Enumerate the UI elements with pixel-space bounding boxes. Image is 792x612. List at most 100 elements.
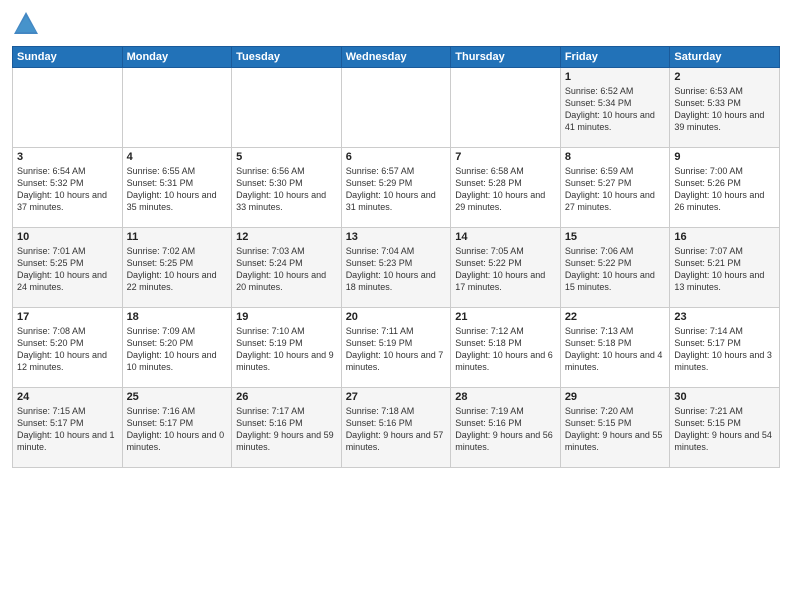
calendar-cell xyxy=(122,68,232,148)
day-info: Sunrise: 7:02 AM Sunset: 5:25 PM Dayligh… xyxy=(127,245,228,294)
day-info: Sunrise: 7:03 AM Sunset: 5:24 PM Dayligh… xyxy=(236,245,337,294)
day-info: Sunrise: 7:15 AM Sunset: 5:17 PM Dayligh… xyxy=(17,405,118,454)
day-info: Sunrise: 6:54 AM Sunset: 5:32 PM Dayligh… xyxy=(17,165,118,214)
day-info: Sunrise: 7:10 AM Sunset: 5:19 PM Dayligh… xyxy=(236,325,337,374)
calendar-cell xyxy=(13,68,123,148)
day-number: 26 xyxy=(236,391,337,403)
day-number: 25 xyxy=(127,391,228,403)
calendar-cell: 17 Sunrise: 7:08 AM Sunset: 5:20 PM Dayli… xyxy=(13,308,123,388)
calendar-header-thursday: Thursday xyxy=(451,47,561,68)
calendar-cell: 9 Sunrise: 7:00 AM Sunset: 5:26 PM Daylig… xyxy=(670,148,780,228)
calendar-cell: 29Sunrise: 7:20 AM Sunset: 5:15 PM Dayli… xyxy=(560,388,670,468)
day-number: 21 xyxy=(455,311,556,323)
day-info: Sunrise: 7:09 AM Sunset: 5:20 PM Dayligh… xyxy=(127,325,228,374)
day-info: Sunrise: 7:05 AM Sunset: 5:22 PM Dayligh… xyxy=(455,245,556,294)
logo xyxy=(12,10,42,38)
calendar-week-1: 1 Sunrise: 6:52 AM Sunset: 5:34 PM Daylig… xyxy=(13,68,780,148)
day-number: 7 xyxy=(455,151,556,163)
day-info: Sunrise: 6:59 AM Sunset: 5:27 PM Dayligh… xyxy=(565,165,666,214)
calendar-cell: 4Sunrise: 6:55 AM Sunset: 5:31 PM Daylig… xyxy=(122,148,232,228)
calendar-cell: 1 Sunrise: 6:52 AM Sunset: 5:34 PM Daylig… xyxy=(560,68,670,148)
day-number: 18 xyxy=(127,311,228,323)
day-number: 17 xyxy=(17,311,118,323)
day-number: 13 xyxy=(346,231,447,243)
calendar-cell: 10 Sunrise: 7:01 AM Sunset: 5:25 PM Dayli… xyxy=(13,228,123,308)
calendar-header-saturday: Saturday xyxy=(670,47,780,68)
day-info: Sunrise: 7:08 AM Sunset: 5:20 PM Dayligh… xyxy=(17,325,118,374)
day-info: Sunrise: 7:00 AM Sunset: 5:26 PM Dayligh… xyxy=(674,165,775,214)
calendar-cell: 23 Sunrise: 7:14 AM Sunset: 5:17 PM Dayli… xyxy=(670,308,780,388)
day-info: Sunrise: 7:04 AM Sunset: 5:23 PM Dayligh… xyxy=(346,245,447,294)
day-info: Sunrise: 7:19 AM Sunset: 5:16 PM Dayligh… xyxy=(455,405,556,454)
calendar-cell: 8 Sunrise: 6:59 AM Sunset: 5:27 PM Daylig… xyxy=(560,148,670,228)
calendar-week-5: 24 Sunrise: 7:15 AM Sunset: 5:17 PM Dayli… xyxy=(13,388,780,468)
day-info: Sunrise: 7:12 AM Sunset: 5:18 PM Dayligh… xyxy=(455,325,556,374)
calendar-cell: 13 Sunrise: 7:04 AM Sunset: 5:23 PM Dayli… xyxy=(341,228,451,308)
calendar-week-2: 3 Sunrise: 6:54 AM Sunset: 5:32 PM Daylig… xyxy=(13,148,780,228)
day-info: Sunrise: 6:58 AM Sunset: 5:28 PM Dayligh… xyxy=(455,165,556,214)
calendar-cell: 5 Sunrise: 6:56 AM Sunset: 5:30 PM Daylig… xyxy=(232,148,342,228)
day-info: Sunrise: 7:06 AM Sunset: 5:22 PM Dayligh… xyxy=(565,245,666,294)
day-number: 10 xyxy=(17,231,118,243)
day-info: Sunrise: 7:21 AM Sunset: 5:15 PM Dayligh… xyxy=(674,405,775,454)
calendar-cell: 16 Sunrise: 7:07 AM Sunset: 5:21 PM Dayli… xyxy=(670,228,780,308)
day-number: 11 xyxy=(127,231,228,243)
day-info: Sunrise: 7:17 AM Sunset: 5:16 PM Dayligh… xyxy=(236,405,337,454)
calendar-cell: 28 Sunrise: 7:19 AM Sunset: 5:16 PM Dayli… xyxy=(451,388,561,468)
day-info: Sunrise: 6:52 AM Sunset: 5:34 PM Dayligh… xyxy=(565,85,666,134)
logo-icon xyxy=(12,10,40,38)
calendar-cell: 2Sunrise: 6:53 AM Sunset: 5:33 PM Daylig… xyxy=(670,68,780,148)
day-number: 14 xyxy=(455,231,556,243)
calendar-cell xyxy=(451,68,561,148)
day-info: Sunrise: 6:53 AM Sunset: 5:33 PM Dayligh… xyxy=(674,85,775,134)
day-number: 30 xyxy=(674,391,775,403)
calendar-header-monday: Monday xyxy=(122,47,232,68)
day-info: Sunrise: 7:01 AM Sunset: 5:25 PM Dayligh… xyxy=(17,245,118,294)
calendar-cell xyxy=(341,68,451,148)
calendar-week-4: 17 Sunrise: 7:08 AM Sunset: 5:20 PM Dayli… xyxy=(13,308,780,388)
calendar-cell: 11 Sunrise: 7:02 AM Sunset: 5:25 PM Dayli… xyxy=(122,228,232,308)
day-number: 16 xyxy=(674,231,775,243)
calendar-header-tuesday: Tuesday xyxy=(232,47,342,68)
calendar-cell: 27 Sunrise: 7:18 AM Sunset: 5:16 PM Dayli… xyxy=(341,388,451,468)
day-number: 3 xyxy=(17,151,118,163)
calendar-cell: 25 Sunrise: 7:16 AM Sunset: 5:17 PM Dayli… xyxy=(122,388,232,468)
calendar-cell: 19 Sunrise: 7:10 AM Sunset: 5:19 PM Dayli… xyxy=(232,308,342,388)
day-number: 22 xyxy=(565,311,666,323)
page: SundayMondayTuesdayWednesdayThursdayFrid… xyxy=(0,0,792,612)
day-info: Sunrise: 6:55 AM Sunset: 5:31 PM Dayligh… xyxy=(127,165,228,214)
calendar-cell: 30 Sunrise: 7:21 AM Sunset: 5:15 PM Dayli… xyxy=(670,388,780,468)
calendar-cell: 26 Sunrise: 7:17 AM Sunset: 5:16 PM Dayli… xyxy=(232,388,342,468)
day-info: Sunrise: 7:14 AM Sunset: 5:17 PM Dayligh… xyxy=(674,325,775,374)
calendar-header-row: SundayMondayTuesdayWednesdayThursdayFrid… xyxy=(13,47,780,68)
calendar-week-3: 10 Sunrise: 7:01 AM Sunset: 5:25 PM Dayli… xyxy=(13,228,780,308)
day-number: 8 xyxy=(565,151,666,163)
day-number: 23 xyxy=(674,311,775,323)
calendar-cell: 14 Sunrise: 7:05 AM Sunset: 5:22 PM Dayli… xyxy=(451,228,561,308)
header xyxy=(12,10,780,38)
day-number: 19 xyxy=(236,311,337,323)
calendar-cell: 7 Sunrise: 6:58 AM Sunset: 5:28 PM Daylig… xyxy=(451,148,561,228)
calendar-cell: 6 Sunrise: 6:57 AM Sunset: 5:29 PM Daylig… xyxy=(341,148,451,228)
calendar-cell: 12Sunrise: 7:03 AM Sunset: 5:24 PM Dayli… xyxy=(232,228,342,308)
calendar-body: 1 Sunrise: 6:52 AM Sunset: 5:34 PM Daylig… xyxy=(13,68,780,468)
day-number: 9 xyxy=(674,151,775,163)
day-info: Sunrise: 6:57 AM Sunset: 5:29 PM Dayligh… xyxy=(346,165,447,214)
day-info: Sunrise: 7:16 AM Sunset: 5:17 PM Dayligh… xyxy=(127,405,228,454)
day-info: Sunrise: 7:13 AM Sunset: 5:18 PM Dayligh… xyxy=(565,325,666,374)
day-info: Sunrise: 6:56 AM Sunset: 5:30 PM Dayligh… xyxy=(236,165,337,214)
day-number: 20 xyxy=(346,311,447,323)
day-number: 27 xyxy=(346,391,447,403)
calendar-cell: 24 Sunrise: 7:15 AM Sunset: 5:17 PM Dayli… xyxy=(13,388,123,468)
day-number: 6 xyxy=(346,151,447,163)
day-number: 28 xyxy=(455,391,556,403)
day-number: 24 xyxy=(17,391,118,403)
day-number: 29 xyxy=(565,391,666,403)
calendar-cell: 15Sunrise: 7:06 AM Sunset: 5:22 PM Dayli… xyxy=(560,228,670,308)
calendar-table: SundayMondayTuesdayWednesdayThursdayFrid… xyxy=(12,46,780,468)
day-info: Sunrise: 7:18 AM Sunset: 5:16 PM Dayligh… xyxy=(346,405,447,454)
day-info: Sunrise: 7:07 AM Sunset: 5:21 PM Dayligh… xyxy=(674,245,775,294)
day-number: 5 xyxy=(236,151,337,163)
day-number: 1 xyxy=(565,71,666,83)
calendar-cell: 3 Sunrise: 6:54 AM Sunset: 5:32 PM Daylig… xyxy=(13,148,123,228)
